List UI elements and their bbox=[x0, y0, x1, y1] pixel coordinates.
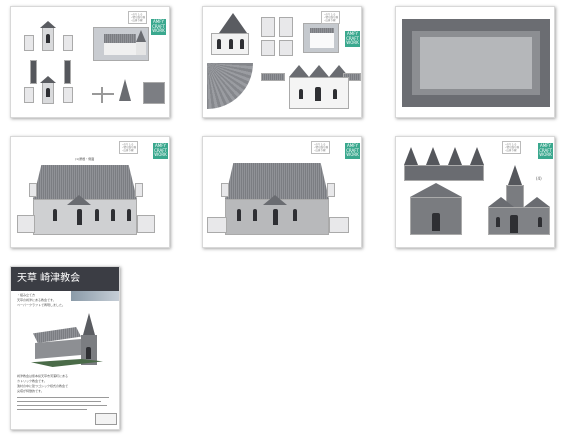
brand-logo: AMFY CRAFT WORK bbox=[538, 143, 553, 159]
page-2-thumbnail[interactable]: ・のりしろ ・切り取り線 ・山折り線 AMFY CRAFT WORK bbox=[202, 6, 362, 118]
cover-title: 天草 崎津教会 bbox=[11, 267, 119, 291]
legend-note: ・のりしろ ・切り取り線 ・山折り線 bbox=[128, 11, 148, 24]
tower-roof-part bbox=[40, 21, 56, 28]
page-6-thumbnail[interactable]: AMFY CRAFT WORK ・のりしろ ・切り取り線 ・山折り線 (4) bbox=[395, 136, 555, 248]
fan-roof-part bbox=[207, 63, 253, 109]
brand-logo: AMFY CRAFT WORK bbox=[345, 143, 360, 159]
model-photo bbox=[303, 23, 339, 53]
page-1-thumbnail[interactable]: ・のりしろ ・切り取り線 ・山折り線 AMFY CRAFT WORK bbox=[10, 6, 170, 118]
cover-stamp bbox=[95, 413, 117, 425]
cover-intro-3: ペーパークラフトで再現しました。 bbox=[17, 303, 65, 307]
page-5-thumbnail[interactable]: AMFY CRAFT WORK ・のりしろ ・切り取り線 ・山折り線 bbox=[202, 136, 362, 248]
brand-logo: AMFY CRAFT WORK bbox=[151, 19, 166, 35]
model-photo bbox=[93, 27, 149, 61]
cover-photo-strip bbox=[71, 291, 119, 301]
page-3-thumbnail[interactable] bbox=[395, 6, 555, 118]
page-7-thumbnail[interactable]: 天草 崎津教会 ・組み立て方 天草の崎津にある教会です。 ペーパークラフトで再現… bbox=[10, 266, 120, 430]
brand-logo: AMFY CRAFT WORK bbox=[153, 143, 168, 159]
page-4-thumbnail[interactable]: (1)屋根・側面 AMFY CRAFT WORK ・のりしろ ・切り取り線 ・山折り… bbox=[10, 136, 170, 248]
side-roof bbox=[33, 165, 137, 199]
brand-logo: AMFY CRAFT WORK bbox=[345, 31, 360, 47]
cover-model bbox=[31, 313, 105, 369]
cover-body-4: 尖塔が特徴的です。 bbox=[17, 389, 44, 393]
